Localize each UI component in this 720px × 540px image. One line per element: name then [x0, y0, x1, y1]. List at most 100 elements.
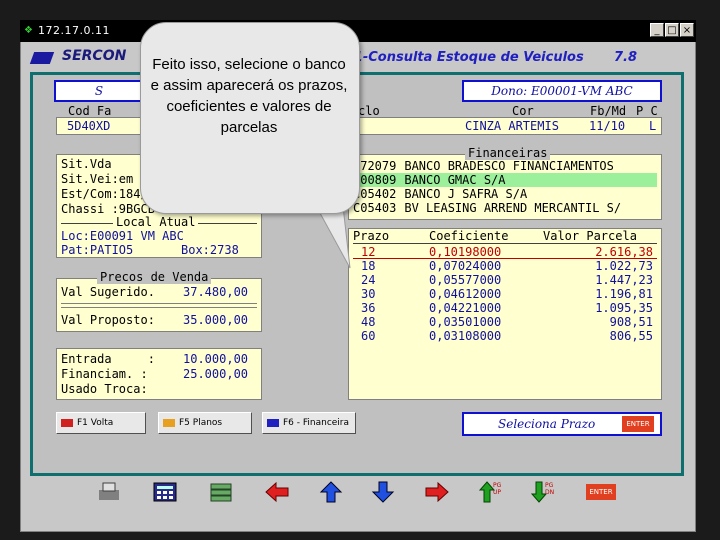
- financeira-name: BANCO BRADESCO FINANCIAMENTOS: [404, 159, 614, 173]
- financeira-row[interactable]: C05403 BV LEASING ARREND MERCANTIL S/: [353, 201, 657, 215]
- parcela-value: 1.447,23: [595, 273, 653, 287]
- sercon-logo-icon: [29, 52, 55, 64]
- val-proposto-value[interactable]: 35.000,00: [183, 313, 248, 327]
- col-cod-header: Cod Fa: [68, 104, 112, 118]
- financeiras-box: Financeiras B72079 BANCO BRADESCO FINANCI…: [348, 146, 662, 220]
- financeira-row[interactable]: B72079 BANCO BRADESCO FINANCIAMENTOS: [353, 159, 657, 173]
- val-sugerido-value: 37.480,00: [183, 285, 249, 299]
- page-down-button[interactable]: PG DN: [530, 480, 556, 504]
- sit-vda-label: Sit.Vda: [61, 157, 112, 171]
- parcela-value: 908,51: [609, 315, 653, 329]
- prazo-row[interactable]: 60 0,03108000 806,55: [353, 329, 657, 343]
- arrow-right-icon[interactable]: [424, 480, 450, 504]
- entrada-label: Entrada :: [61, 352, 155, 366]
- prazo-value: 48: [361, 315, 376, 329]
- page-up-button[interactable]: PG UP: [478, 480, 504, 504]
- financeiras-title: Financeiras: [465, 146, 551, 160]
- plans-icon: [163, 418, 175, 427]
- parcela-value: 1.022,73: [595, 259, 653, 273]
- prazo-row[interactable]: 18 0,07024000 1.022,73: [353, 259, 657, 273]
- window-title: 172.17.0.11: [38, 24, 110, 37]
- prazo-value: 24: [361, 273, 376, 287]
- program-title: EI911-Consulta Estoque de Veiculos: [322, 50, 584, 65]
- financeira-name: BANCO GMAC S/A: [404, 173, 506, 187]
- parcela-value: 1.196,81: [595, 287, 653, 301]
- enter-button[interactable]: ENTER: [586, 484, 616, 500]
- dono-label: Dono: E00001-VM ABC: [462, 80, 662, 102]
- val-proposto-label: Val Proposto:: [61, 313, 155, 327]
- prazo-row[interactable]: 12 0,10198000 2.616,38: [353, 245, 657, 259]
- arrow-down-icon[interactable]: [370, 480, 396, 504]
- prazos-header-divider: [353, 243, 657, 244]
- program-version: 7.8: [614, 50, 638, 65]
- f1-volta-button[interactable]: F1 Volta: [56, 412, 146, 434]
- parcela-value: 806,55: [609, 329, 653, 343]
- col-veiculo-header: clo: [358, 104, 380, 118]
- prices-divider: [61, 303, 257, 308]
- app-icon: ❖: [24, 25, 33, 36]
- f5-planos-button[interactable]: F5 Planos: [158, 412, 252, 434]
- seleciona-prazo-label: Seleciona Prazo: [498, 417, 596, 431]
- parcela-value: 2.616,38: [595, 245, 653, 259]
- vehicle-fbmd: 11/10: [589, 119, 626, 133]
- close-button[interactable]: ×: [680, 23, 694, 37]
- financiam-label: Financiam. :: [61, 367, 148, 381]
- payment-box: Entrada : 10.000,00 Financiam. : 25.000,…: [56, 348, 262, 400]
- prazo-row[interactable]: 36 0,04221000 1.095,35: [353, 301, 657, 315]
- parcela-value: 1.095,35: [595, 301, 653, 315]
- col-cor-header: Cor: [512, 104, 534, 118]
- local-atual-title: Local Atual: [113, 215, 199, 229]
- financeira-row[interactable]: C05402 BANCO J SAFRA S/A: [353, 187, 657, 201]
- calculator-icon[interactable]: [152, 480, 178, 504]
- prazo-row[interactable]: 48 0,03501000 908,51: [353, 315, 657, 329]
- seleciona-prazo-button[interactable]: Seleciona Prazo ENTER: [462, 412, 662, 436]
- print-icon[interactable]: [96, 480, 122, 504]
- coeficiente-value: 0,04221000: [429, 301, 502, 315]
- coeficiente-value: 0,07024000: [429, 259, 502, 273]
- finance-icon: [267, 418, 279, 427]
- money-stack-icon[interactable]: [208, 480, 234, 504]
- f6-financeira-button[interactable]: F6 - Financeira: [262, 412, 356, 434]
- arrow-left-icon[interactable]: [264, 480, 290, 504]
- prazo-value: 30: [361, 287, 376, 301]
- vehicle-pc: L: [649, 119, 657, 133]
- col-fbmd-header: Fb/Md: [590, 104, 627, 118]
- coeficiente-value: 0,10198000: [429, 245, 502, 259]
- financiam-value[interactable]: 25.000,00: [183, 367, 248, 381]
- vehicle-code: 5D40XD: [67, 119, 111, 133]
- financeira-row[interactable]: C00809 BANCO GMAC S/A: [353, 173, 657, 187]
- financeira-name: BV LEASING ARREND MERCANTIL S/: [404, 201, 622, 215]
- prazo-value: 36: [361, 301, 376, 315]
- col-pc-header: P C: [636, 104, 658, 118]
- pat-value: Pat:PATIO5: [61, 243, 134, 257]
- prazos-box: Prazo Coeficiente Valor Parcela 12 0,1019…: [348, 228, 662, 400]
- arrow-up-icon[interactable]: [318, 480, 344, 504]
- vehicle-color: CINZA ARTEMIS: [465, 119, 559, 133]
- financeira-name: BANCO J SAFRA S/A: [404, 187, 528, 201]
- f1-label: F1 Volta: [77, 418, 114, 428]
- minimize-button[interactable]: _: [650, 23, 664, 37]
- page-up-label: PG UP: [493, 482, 502, 496]
- prazo-value: 18: [361, 259, 376, 273]
- entrada-value[interactable]: 10.000,00: [183, 352, 248, 366]
- f5-label: F5 Planos: [179, 418, 223, 428]
- enter-key-icon: ENTER: [622, 416, 654, 432]
- usado-troca-label: Usado Troca:: [61, 382, 148, 396]
- loc-value: Loc:E00091 VM ABC: [61, 229, 184, 243]
- prazo-value: 60: [361, 329, 376, 343]
- coeficiente-value: 0,04612000: [429, 287, 502, 301]
- prazo-row[interactable]: 24 0,05577000 1.447,23: [353, 273, 657, 287]
- callout-text: Feito isso, selecione o banco e assim ap…: [150, 56, 348, 136]
- app-logo: SERCON: [62, 48, 127, 64]
- prazo-row[interactable]: 30 0,04612000 1.196,81: [353, 287, 657, 301]
- col-parcela-header: Valor Parcela: [543, 229, 637, 243]
- coeficiente-value: 0,03501000: [429, 315, 502, 329]
- coeficiente-value: 0,03108000: [429, 329, 502, 343]
- maximize-button[interactable]: □: [665, 23, 679, 37]
- back-arrow-icon: [61, 418, 73, 427]
- sit-vei-label: Sit.Vei:em: [61, 172, 134, 186]
- vehicle-short-text: S: [94, 84, 104, 98]
- dono-text: Dono: E00001-VM ABC: [491, 84, 633, 98]
- page-down-label: PG DN: [545, 482, 555, 496]
- col-coef-header: Coeficiente: [429, 229, 509, 243]
